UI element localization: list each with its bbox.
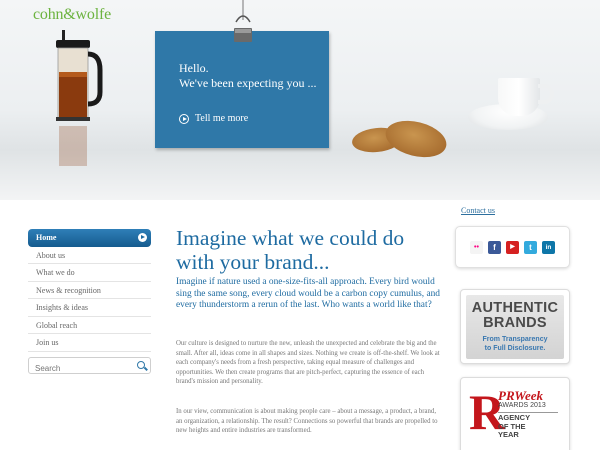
card-greeting: Hello. We've been expecting you ... bbox=[179, 61, 316, 91]
search-icon[interactable] bbox=[137, 361, 145, 369]
brands-title: BRANDS bbox=[483, 315, 547, 331]
authentic-brands-panel: AUTHENTIC BRANDS From Transparency to Fu… bbox=[466, 295, 564, 359]
play-circle-icon bbox=[179, 113, 189, 124]
flickr-icon[interactable]: •• bbox=[470, 240, 483, 254]
hero-banner: cohn&wolfe Hello. We've been expecting y… bbox=[0, 0, 600, 200]
cohn-wolfe-logo[interactable]: cohn&wolfe bbox=[33, 6, 111, 24]
contact-us-link[interactable]: Contact us bbox=[461, 206, 495, 215]
authentic-tagline: From Transparency to Full Disclosure. bbox=[466, 335, 564, 353]
nav-item-news-recognition[interactable]: News & recognition bbox=[28, 282, 151, 299]
authentic-tagline-line1: From Transparency bbox=[482, 336, 548, 343]
linkedin-icon[interactable]: in bbox=[542, 240, 555, 254]
body-paragraph: Our culture is designed to nurture the n… bbox=[176, 340, 440, 386]
facebook-icon[interactable]: f bbox=[488, 240, 501, 254]
page-headline: Imagine what we could do with your brand… bbox=[176, 226, 405, 274]
french-press-reflection bbox=[59, 126, 87, 166]
french-press-image bbox=[56, 30, 103, 121]
twitter-icon[interactable]: t bbox=[524, 240, 537, 254]
body-paragraph: In our view, communication is about maki… bbox=[176, 408, 438, 435]
search-box bbox=[28, 357, 151, 376]
prweek-panel: R PRWeek AWARDS 2013 AGENCY OF THE YEAR bbox=[466, 383, 564, 450]
authentic-tagline-line2: to Full Disclosure. bbox=[484, 345, 546, 352]
nav-item-what-we-do[interactable]: What we do bbox=[28, 264, 151, 282]
prweek-awards-year: AWARDS 2013 bbox=[498, 402, 546, 409]
search-input[interactable] bbox=[29, 361, 129, 376]
nav-item-home[interactable]: Home bbox=[28, 229, 151, 247]
nav-item-global-reach[interactable]: Global reach bbox=[28, 317, 151, 334]
lede-paragraph: Imagine if nature used a one-size-fits-a… bbox=[176, 277, 440, 310]
tell-me-more-label: Tell me more bbox=[195, 113, 249, 124]
cup-handle bbox=[538, 84, 554, 104]
arrow-circle-icon bbox=[138, 233, 147, 242]
nav-item-insights-ideas[interactable]: Insights & ideas bbox=[28, 299, 151, 317]
cup-image bbox=[498, 78, 540, 116]
authentic-title: AUTHENTIC bbox=[471, 300, 559, 316]
cookie-image bbox=[381, 115, 451, 163]
agency-of-the-year: AGENCY OF THE YEAR bbox=[498, 413, 530, 440]
social-links-box: •• f ▶ t in bbox=[455, 226, 570, 268]
youtube-icon[interactable]: ▶ bbox=[506, 240, 519, 254]
authentic-brands-badge[interactable]: AUTHENTIC BRANDS From Transparency to Fu… bbox=[460, 289, 570, 364]
card-greeting-line1: Hello. bbox=[179, 61, 209, 75]
bulldog-clip-icon bbox=[234, 0, 252, 42]
main-nav: Home About us What we do News & recognit… bbox=[28, 229, 151, 352]
agency-line3: YEAR bbox=[498, 430, 519, 439]
nav-item-label: Home bbox=[36, 233, 57, 242]
nav-item-join-us[interactable]: Join us bbox=[28, 334, 151, 352]
tell-me-more-link[interactable]: Tell me more bbox=[179, 113, 248, 124]
prweek-award-badge[interactable]: R PRWeek AWARDS 2013 AGENCY OF THE YEAR bbox=[460, 377, 570, 450]
card-greeting-line2: We've been expecting you ... bbox=[179, 76, 317, 90]
welcome-card: Hello. We've been expecting you ... Tell… bbox=[155, 31, 329, 148]
nav-item-about-us[interactable]: About us bbox=[28, 247, 151, 264]
